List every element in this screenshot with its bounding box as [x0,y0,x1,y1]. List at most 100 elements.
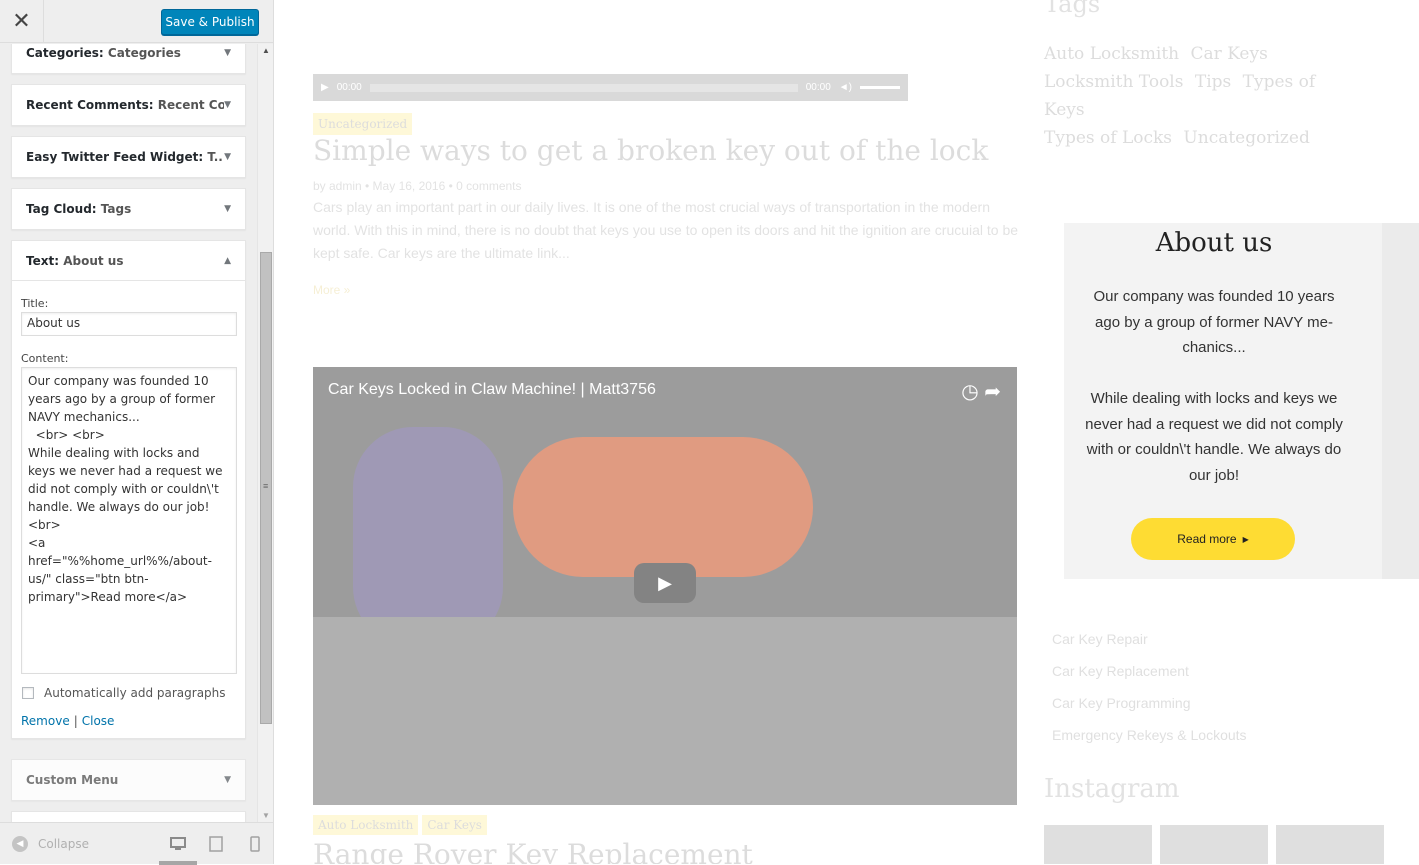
volume-slider[interactable] [860,86,900,89]
widget-title: Text: About us [26,253,124,268]
widget-header[interactable]: Text: About us ▲ [12,241,245,281]
customizer-footer: ◀ Collapse [0,822,273,865]
video-scene [513,437,813,577]
volume-icon[interactable]: ◄) [839,82,852,93]
tags-heading: Tags [1044,0,1101,18]
video-icons: ◷ ➦ [961,379,1001,404]
grip-icon: ≡ [263,481,269,491]
widget-twitter-feed[interactable]: Easy Twitter Feed Widget: T...▼ [11,136,246,178]
widget-title: Tag Cloud: Tags [26,202,132,216]
post2-title[interactable]: Range Rover Key Replacement [313,838,753,864]
customizer-header: ✕ Save & Publish [0,0,273,43]
menu-item[interactable]: Emergency Rekeys & Lockouts [1052,722,1247,754]
separator: | [73,714,78,728]
chevron-up-icon[interactable]: ▲ [224,256,231,266]
close-icon: ✕ [12,9,31,34]
widget-actions: Remove | Close [21,714,236,728]
save-publish-button[interactable]: Save & Publish [161,9,259,35]
autop-checkbox[interactable] [22,687,34,699]
sidebar-scrollbar[interactable]: ▲ ≡ ▼ [257,44,273,822]
post-meta: by admin • May 16, 2016 • 0 comments [313,179,522,193]
site-preview: ▶ 00:00 00:00 ◄) Uncategorized Simple wa… [274,0,1419,864]
read-more-label: Read more [1177,532,1237,546]
chevron-down-icon[interactable]: ▼ [224,152,231,162]
widget-title: Easy Twitter Feed Widget: T... [26,150,224,164]
title-label: Title: [21,297,49,310]
about-paragraph: While dealing with locks and keys we nev… [1085,390,1343,484]
chevron-down-icon[interactable]: ▼ [224,204,231,214]
video-embed[interactable]: Car Keys Locked in Claw Machine! | Matt3… [313,367,1017,805]
audio-track[interactable] [369,83,798,92]
widget-custom-menu[interactable]: Custom Menu ▼ [11,759,246,801]
autop-label: Automatically add paragraphs [44,686,226,700]
instagram-thumb[interactable] [1044,825,1152,864]
instagram-thumb[interactable] [1160,825,1268,864]
audio-time-start: 00:00 [336,82,362,93]
tag-link[interactable]: Locksmith Tools [1044,72,1183,92]
collapse-button[interactable]: ◀ Collapse [12,836,89,852]
post-title[interactable]: Simple ways to get a broken key out of t… [313,134,988,167]
menu-item[interactable]: Car Key Programming [1052,690,1247,722]
device-desktop-tab[interactable] [159,823,197,865]
remove-link[interactable]: Remove [21,714,70,728]
title-input[interactable]: About us [21,312,237,336]
widget-text-about: Text: About us ▲ Title: About us Content:… [11,240,246,739]
play-icon: ▶ [658,572,672,593]
widget-recent-comments[interactable]: Recent Comments: Recent Co...▼ [11,84,246,126]
caret-right-icon: ▶ [1242,534,1249,544]
collapse-icon: ◀ [12,836,28,852]
tablet-icon[interactable] [207,835,225,853]
scroll-down-icon[interactable]: ▼ [262,811,270,820]
post-excerpt: Cars play an important part in our daily… [313,199,1019,261]
widget-title: Custom Menu [26,773,119,787]
watch-later-icon[interactable]: ◷ [961,381,978,403]
widget-tag-cloud[interactable]: Tag Cloud: Tags ▼ [11,188,246,230]
customizer-panel: ✕ Save & Publish Categories: Categories ▼… [0,0,274,865]
tag-cloud: Auto Locksmith Car Keys Locksmith Tools … [1044,40,1364,152]
about-paragraph: Our company was founded 10 years ago by … [1093,288,1335,356]
menu-item[interactable]: Car Key Replacement [1052,658,1247,690]
widgets-list: Categories: Categories ▼ Recent Comments:… [0,44,257,822]
about-heading: About us [1155,228,1273,258]
post-category-badge[interactable]: Uncategorized [313,113,413,135]
tag-link[interactable]: Uncategorized [1183,128,1309,148]
tag-link[interactable]: Car Keys [1191,44,1268,64]
scrollbar-thumb[interactable]: ≡ [260,252,272,724]
close-customizer-button[interactable]: ✕ [0,0,44,43]
video-scene [353,427,503,647]
read-more-button[interactable]: Read more ▶ [1131,518,1295,560]
desktop-icon [169,835,187,853]
tag-link[interactable]: Tips [1195,72,1231,92]
autop-row: Automatically add paragraphs [21,686,236,700]
post2-categories: Auto Locksmith Car Keys [313,815,491,835]
share-icon[interactable]: ➦ [984,381,1001,403]
widget-title: Categories: Categories [26,46,181,60]
instagram-thumb[interactable] [1276,825,1384,864]
scroll-up-icon[interactable]: ▲ [262,46,270,55]
menu-links: Car Key Repair Car Key Replacement Car K… [1052,626,1247,754]
widget-form: Title: About us Content: Our company was… [12,281,245,738]
video-play-button[interactable]: ▶ [634,563,696,603]
content-textarea[interactable]: Our company was founded 10 years ago by … [21,367,237,674]
more-link[interactable]: More » [313,283,350,297]
post2-category-badge[interactable]: Auto Locksmith [313,815,419,835]
post2-category-badge[interactable]: Car Keys [422,815,487,835]
play-icon[interactable]: ▶ [321,82,329,93]
collapse-label: Collapse [38,837,89,851]
video-title[interactable]: Car Keys Locked in Claw Machine! | Matt3… [328,381,656,399]
widget-next[interactable] [11,811,246,822]
chevron-down-icon[interactable]: ▼ [224,48,231,58]
about-widget-edge [1382,223,1419,579]
widget-categories[interactable]: Categories: Categories ▼ [11,44,246,74]
audio-player[interactable]: ▶ 00:00 00:00 ◄) [313,74,908,101]
chevron-down-icon[interactable]: ▼ [224,100,231,110]
tag-link[interactable]: Auto Locksmith [1044,44,1179,64]
tag-link[interactable]: Types of Locks [1044,128,1172,148]
menu-item[interactable]: Car Key Repair [1052,626,1247,658]
close-link[interactable]: Close [82,714,115,728]
content-label: Content: [21,352,69,365]
audio-time-end: 00:00 [805,82,831,93]
video-scene [313,617,1017,805]
mobile-icon[interactable] [246,835,264,853]
chevron-down-icon[interactable]: ▼ [224,775,231,785]
